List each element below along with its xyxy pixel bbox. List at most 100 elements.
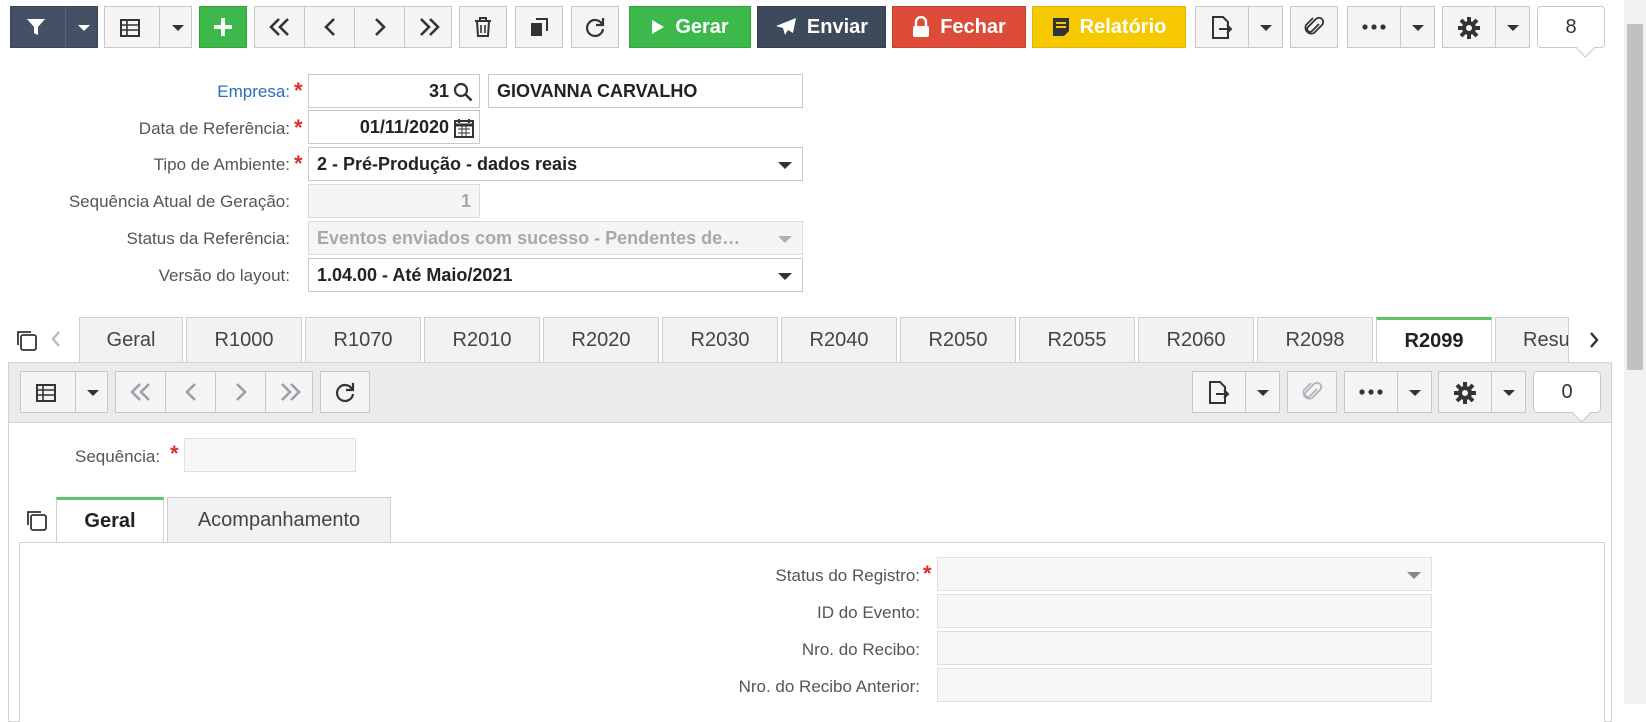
tab-resumo[interactable]: Resu (1495, 317, 1569, 362)
chevron-down-icon (1260, 25, 1272, 31)
detail-next-record-button[interactable] (216, 372, 265, 412)
status-registro-select[interactable] (937, 557, 1432, 591)
relatorio-button[interactable]: Relatório (1032, 6, 1186, 48)
enviar-button[interactable]: Enviar (757, 6, 886, 48)
first-record-button[interactable] (255, 7, 304, 47)
table-icon (35, 382, 57, 404)
tab-geral[interactable]: Geral (79, 317, 183, 362)
chevron-down-icon (1412, 25, 1424, 31)
chevron-right-icon (234, 382, 248, 402)
dropdown-arrow-icon (778, 162, 792, 169)
tab-r2060[interactable]: R2060 (1138, 317, 1254, 362)
refresh-icon (334, 381, 356, 403)
nro-recibo-anterior-field[interactable] (937, 668, 1432, 702)
detail-export-button[interactable] (1192, 371, 1280, 413)
gerar-button[interactable]: Gerar (629, 6, 751, 48)
tab-label: R2055 (1047, 328, 1107, 351)
data-referencia-label: Data de Referência: (138, 119, 290, 138)
tab-r2020[interactable]: R2020 (543, 317, 659, 362)
refresh-icon (584, 16, 606, 38)
empresa-code-field[interactable]: 31 (308, 74, 480, 108)
attachment-button[interactable] (1290, 6, 1338, 48)
status-referencia-select: Eventos enviados com sucesso - Pendentes… (308, 221, 803, 255)
required-marker: * (170, 441, 179, 466)
nro-recibo-field[interactable] (937, 631, 1432, 665)
tipo-ambiente-select[interactable]: 2 - Pré-Produção - dados reais (308, 147, 803, 181)
detail-record-count: 0 (1533, 371, 1601, 413)
detail-attachment-button[interactable] (1287, 371, 1337, 413)
ellipsis-icon (1359, 389, 1383, 395)
tab-r1000[interactable]: R1000 (186, 317, 302, 362)
grid-view-button[interactable] (104, 6, 192, 48)
tab-label: R2010 (452, 328, 512, 351)
tab-r2050[interactable]: R2050 (900, 317, 1016, 362)
tab-r2055[interactable]: R2055 (1019, 317, 1135, 362)
page-scrollbar[interactable] (1624, 0, 1646, 704)
play-icon (651, 19, 665, 35)
tab-r2010[interactable]: R2010 (424, 317, 540, 362)
empresa-code: 31 (428, 80, 449, 101)
paperclip-icon (1303, 16, 1325, 38)
detail-previous-record-button[interactable] (166, 372, 215, 412)
detail-last-record-button[interactable] (266, 372, 314, 412)
calendar-icon[interactable] (454, 118, 474, 138)
settings-button[interactable] (1442, 6, 1530, 48)
detail-more-actions-button[interactable] (1344, 371, 1432, 413)
fechar-label: Fechar (940, 15, 1006, 38)
dropdown-arrow-icon (1407, 572, 1421, 579)
scrollbar-thumb[interactable] (1627, 24, 1643, 370)
search-icon[interactable] (453, 82, 473, 102)
empresa-label[interactable]: Empresa: (217, 82, 290, 102)
sequencia-field[interactable] (184, 438, 356, 472)
sequencia-label: Sequência: (75, 447, 161, 466)
versao-layout-select[interactable]: 1.04.00 - Até Maio/2021 (308, 258, 803, 292)
tab-label: R2050 (928, 328, 988, 351)
last-record-button[interactable] (405, 7, 453, 47)
gear-icon (1453, 381, 1477, 405)
add-button[interactable] (199, 6, 247, 48)
filter-button[interactable] (10, 6, 98, 48)
subtab-label: Acompanhamento (197, 508, 361, 531)
required-marker: * (294, 78, 303, 103)
tabs-menu-icon[interactable] (14, 328, 38, 352)
data-referencia-field[interactable]: 01/11/2020 (308, 110, 480, 144)
lock-icon (912, 16, 930, 38)
tabs-scroll-left-icon[interactable] (50, 330, 62, 348)
more-actions-button[interactable] (1347, 6, 1435, 48)
ellipsis-icon (1362, 24, 1386, 30)
copy-button[interactable] (515, 6, 563, 48)
required-marker: * (923, 561, 932, 586)
empresa-name-field: GIOVANNA CARVALHO (488, 74, 803, 108)
delete-button[interactable] (459, 6, 507, 48)
tab-r2099[interactable]: R2099 (1376, 317, 1492, 363)
nro-recibo-anterior-label: Nro. do Recibo Anterior: (738, 677, 920, 696)
trash-icon (473, 16, 493, 38)
sequencia-atual-field: 1 (308, 184, 480, 218)
next-record-button[interactable] (355, 7, 404, 47)
double-chevron-right-icon (417, 17, 441, 37)
subtab-geral[interactable]: Geral (56, 497, 164, 543)
tab-r2098[interactable]: R2098 (1257, 317, 1373, 362)
chevron-left-icon (323, 17, 337, 37)
fechar-button[interactable]: Fechar (892, 6, 1026, 48)
subtab-acompanhamento[interactable]: Acompanhamento (167, 497, 391, 542)
detail-navigation-group (115, 371, 313, 413)
detail-first-record-button[interactable] (116, 372, 165, 412)
export-button[interactable] (1195, 6, 1283, 48)
tab-r1070[interactable]: R1070 (305, 317, 421, 362)
id-evento-field[interactable] (937, 594, 1432, 628)
detail-refresh-button[interactable] (320, 371, 370, 413)
subtabs-menu-icon[interactable] (24, 508, 48, 532)
status-registro-label: Status do Registro: (775, 566, 920, 585)
tabs-scroll-right-icon[interactable] (1588, 331, 1600, 349)
tab-label: R1000 (214, 328, 274, 351)
refresh-button[interactable] (571, 6, 619, 48)
nro-recibo-label: Nro. do Recibo: (801, 640, 920, 659)
chevron-down-icon (1507, 25, 1519, 31)
tab-r2030[interactable]: R2030 (662, 317, 778, 362)
detail-grid-view-button[interactable] (20, 371, 108, 413)
dropdown-arrow-icon (778, 236, 792, 243)
detail-settings-button[interactable] (1438, 371, 1526, 413)
tab-r2040[interactable]: R2040 (781, 317, 897, 362)
previous-record-button[interactable] (305, 7, 354, 47)
